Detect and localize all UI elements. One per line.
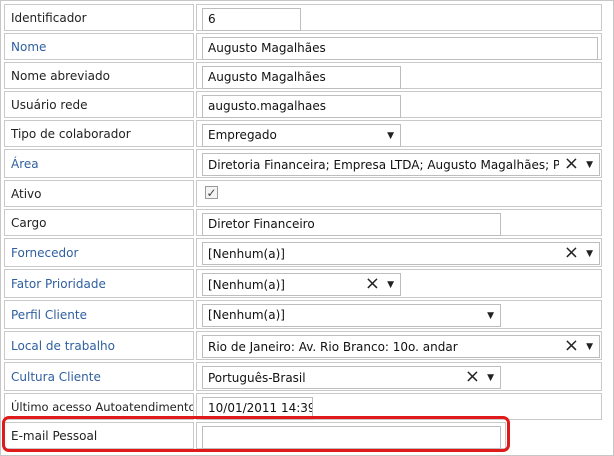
fator-prioridade-select[interactable]: [Nenhum(a)] × ▼ [202,273,401,296]
label-tipo-colaborador: Tipo de colaborador [4,120,194,147]
field-local-trabalho-cell: Rio de Janeiro: Av. Rio Branco: 10o. and… [196,331,602,360]
tipo-colaborador-select[interactable]: Empregado ▼ [202,124,401,147]
chevron-down-icon[interactable]: ▼ [586,340,593,355]
label-local-trabalho: Local de trabalho [4,331,194,360]
label-ultimo-acesso: Último acesso Autoatendimento [4,393,194,420]
local-trabalho-select[interactable]: Rio de Janeiro: Av. Rio Branco: 10o. and… [202,335,600,358]
label-cultura-cliente: Cultura Cliente [4,362,194,391]
label-cargo: Cargo [4,209,194,236]
field-fornecedor-cell: [Nenhum(a)] × ▼ [196,238,602,267]
close-icon[interactable]: × [465,367,480,387]
cultura-cliente-value: Português-Brasil [208,371,306,385]
label-email-pessoal: E-mail Pessoal [4,422,194,449]
nome-abreviado-input[interactable]: Augusto Magalhães [202,66,401,89]
label-ativo: Ativo [4,180,194,207]
label-perfil-cliente: Perfil Cliente [4,300,194,329]
field-fator-prioridade-cell: [Nenhum(a)] × ▼ [196,269,602,298]
field-email-pessoal-cell [196,422,506,449]
local-trabalho-value: Rio de Janeiro: Av. Rio Branco: 10o. and… [208,340,458,354]
close-icon[interactable]: × [564,336,579,356]
usuario-rede-input[interactable]: augusto.magalhaes [202,95,401,118]
perfil-cliente-select[interactable]: [Nenhum(a)] ▼ [202,304,501,327]
close-icon[interactable]: × [365,274,380,294]
field-area-cell: Diretoria Financeira; Empresa LTDA; Augu… [196,149,602,178]
area-select[interactable]: Diretoria Financeira; Empresa LTDA; Augu… [202,153,600,176]
close-icon[interactable]: × [564,243,579,263]
cultura-cliente-select[interactable]: Português-Brasil × ▼ [202,366,501,389]
field-cultura-cliente-cell: Português-Brasil × ▼ [196,362,602,391]
chevron-down-icon[interactable]: ▼ [487,309,494,324]
form-panel: Identificador 6 Nome Augusto Magalhães N… [0,0,614,456]
chevron-down-icon[interactable]: ▼ [387,278,394,293]
field-ativo-cell: ✓ [196,180,602,207]
chevron-down-icon[interactable]: ▼ [487,371,494,386]
label-fornecedor: Fornecedor [4,238,194,267]
fornecedor-value: [Nenhum(a)] [208,247,285,261]
close-icon[interactable]: × [564,154,579,174]
ultimo-acesso-value: 10/01/2011 14:39 [202,397,313,420]
tipo-colaborador-value: Empregado [208,128,277,142]
fator-prioridade-value: [Nenhum(a)] [208,278,285,292]
field-usuario-rede-cell: augusto.magalhaes [196,91,602,118]
label-nome-abreviado: Nome abreviado [4,62,194,89]
fornecedor-select[interactable]: [Nenhum(a)] × ▼ [202,242,600,265]
field-nome-abreviado-cell: Augusto Magalhães [196,62,602,89]
chevron-down-icon[interactable]: ▼ [586,158,593,173]
label-nome: Nome [4,33,194,60]
perfil-cliente-value: [Nenhum(a)] [208,308,285,322]
cargo-input[interactable]: Diretor Financeiro [202,213,501,236]
label-identificador: Identificador [4,4,194,31]
area-value: Diretoria Financeira; Empresa LTDA; Augu… [208,158,559,172]
field-identificador-cell: 6 [196,4,602,31]
chevron-down-icon[interactable]: ▼ [387,129,394,144]
field-perfil-cliente-cell: [Nenhum(a)] ▼ [196,300,602,329]
field-tipo-colaborador-cell: Empregado ▼ [196,120,602,147]
label-area: Área [4,149,194,178]
field-nome-cell: Augusto Magalhães [196,33,602,60]
ativo-checkbox[interactable]: ✓ [205,186,218,199]
label-usuario-rede: Usuário rede [4,91,194,118]
field-ultimo-acesso-cell: 10/01/2011 14:39 [196,393,602,420]
chevron-down-icon[interactable]: ▼ [586,247,593,262]
email-pessoal-input[interactable] [202,426,501,449]
nome-input[interactable]: Augusto Magalhães [202,37,598,60]
label-fator-prioridade: Fator Prioridade [4,269,194,298]
field-cargo-cell: Diretor Financeiro [196,209,602,236]
identificador-input[interactable]: 6 [202,8,301,31]
